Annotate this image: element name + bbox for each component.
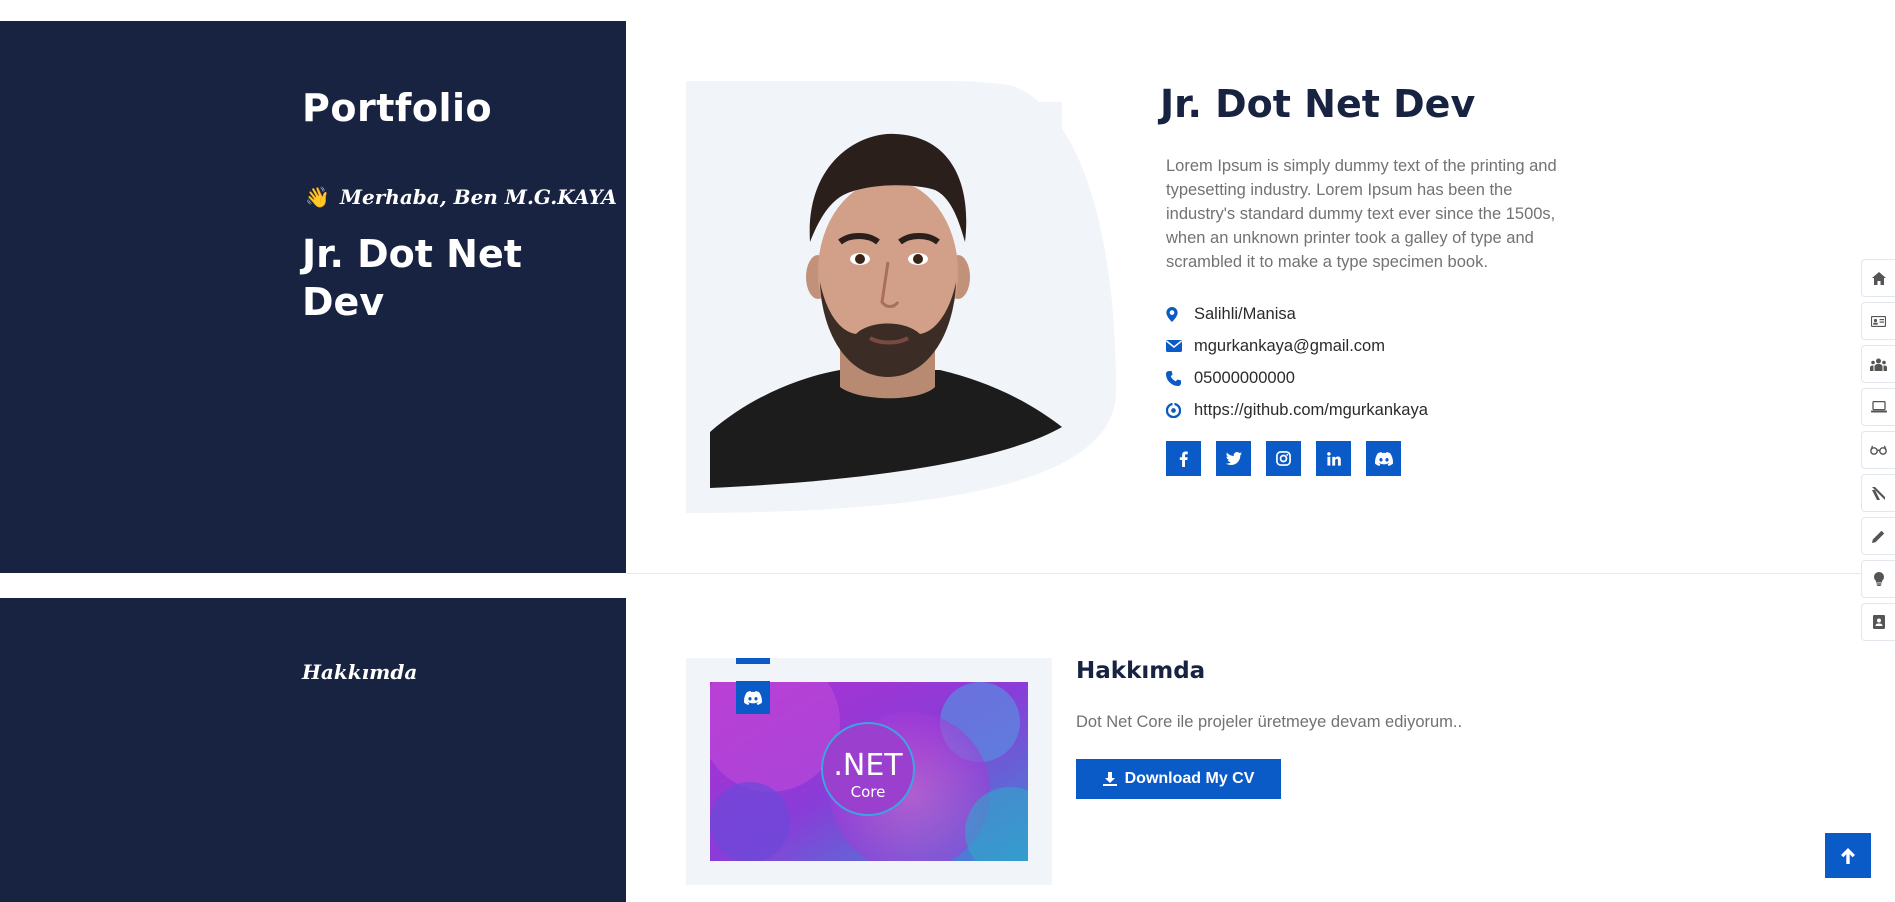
discord-link[interactable] — [1366, 441, 1401, 476]
greeting-text: Merhaba, Ben M.G.KAYA — [339, 185, 617, 209]
pencil-icon — [1872, 530, 1885, 543]
twitter-icon — [1225, 452, 1242, 465]
download-cv-button[interactable]: Download My CV — [1076, 759, 1281, 799]
section-divider — [626, 573, 1895, 574]
nav-team[interactable] — [1861, 345, 1895, 383]
social-links — [1166, 441, 1401, 476]
github-icon — [1166, 402, 1194, 418]
discord-icon — [1374, 451, 1393, 466]
nav-contact[interactable] — [1861, 603, 1895, 641]
facebook-link[interactable] — [1166, 441, 1201, 476]
home-icon — [1871, 271, 1886, 285]
about-text: Dot Net Core ile projeler üretmeye devam… — [1076, 713, 1463, 731]
hero-left-title: Jr. Dot Net Dev — [302, 232, 522, 324]
nav-about[interactable] — [1861, 302, 1895, 340]
contact-info-list: Salihli/Manisa mgurkankaya@gmail.com 050… — [1166, 298, 1428, 426]
map-marker-icon — [1166, 306, 1194, 322]
lightbulb-icon — [1873, 572, 1884, 586]
info-github-text: https://github.com/mgurkankaya — [1194, 400, 1428, 419]
nav-edit[interactable] — [1861, 517, 1895, 555]
about-discord-button[interactable] — [736, 681, 770, 714]
id-card-icon — [1871, 315, 1886, 327]
info-phone-text: 05000000000 — [1194, 368, 1295, 387]
phone-icon — [1166, 370, 1194, 386]
nav-projects[interactable] — [1861, 388, 1895, 426]
info-location-text: Salihli/Manisa — [1194, 304, 1296, 323]
nav-home[interactable] — [1861, 259, 1895, 297]
hero-description: Lorem Ipsum is simply dummy text of the … — [1166, 157, 1557, 271]
info-email-text: mgurkankaya@gmail.com — [1194, 336, 1385, 355]
envelope-icon — [1166, 340, 1194, 352]
download-cv-label: Download My CV — [1124, 770, 1255, 787]
core-logo-text: Core — [851, 783, 886, 801]
facebook-icon — [1179, 451, 1188, 467]
info-location: Salihli/Manisa — [1166, 298, 1428, 330]
nav-skills[interactable] — [1861, 431, 1895, 469]
download-icon — [1102, 772, 1117, 786]
discord-icon — [744, 690, 762, 705]
portfolio-page: Portfolio 👋 Merhaba, Ben M.G.KAYA Jr. Do… — [0, 0, 1895, 902]
greeting: 👋 Merhaba, Ben M.G.KAYA — [305, 185, 617, 209]
twitter-link[interactable] — [1216, 441, 1251, 476]
about-title: Hakkımda — [1076, 658, 1206, 684]
about-left-panel — [0, 598, 626, 902]
about-section-label: Hakkımda — [302, 660, 418, 684]
nav-blog[interactable] — [1861, 474, 1895, 512]
arrow-up-icon — [1841, 847, 1855, 864]
linkedin-icon — [1326, 451, 1341, 466]
waving-hand-icon: 👋 — [305, 185, 330, 209]
glasses-icon — [1870, 445, 1887, 455]
contact-book-icon — [1872, 615, 1885, 629]
laptop-icon — [1870, 401, 1887, 413]
instagram-icon — [1276, 451, 1291, 466]
hero-title: Jr. Dot Net Dev — [1160, 82, 1476, 126]
about-tab-indicator — [736, 658, 770, 664]
nav-ideas[interactable] — [1861, 560, 1895, 598]
info-email[interactable]: mgurkankaya@gmail.com — [1166, 330, 1428, 362]
net-logo-text: .NET — [833, 748, 903, 783]
info-phone[interactable]: 05000000000 — [1166, 362, 1428, 394]
info-github[interactable]: https://github.com/mgurkankaya — [1166, 394, 1428, 426]
profile-photo — [710, 102, 1062, 488]
side-navigation — [1861, 259, 1895, 646]
users-icon — [1870, 358, 1887, 371]
brand-logo[interactable]: Portfolio — [302, 86, 492, 130]
scroll-to-top-button[interactable] — [1825, 833, 1871, 878]
linkedin-link[interactable] — [1316, 441, 1351, 476]
instagram-link[interactable] — [1266, 441, 1301, 476]
blog-icon — [1872, 486, 1885, 500]
